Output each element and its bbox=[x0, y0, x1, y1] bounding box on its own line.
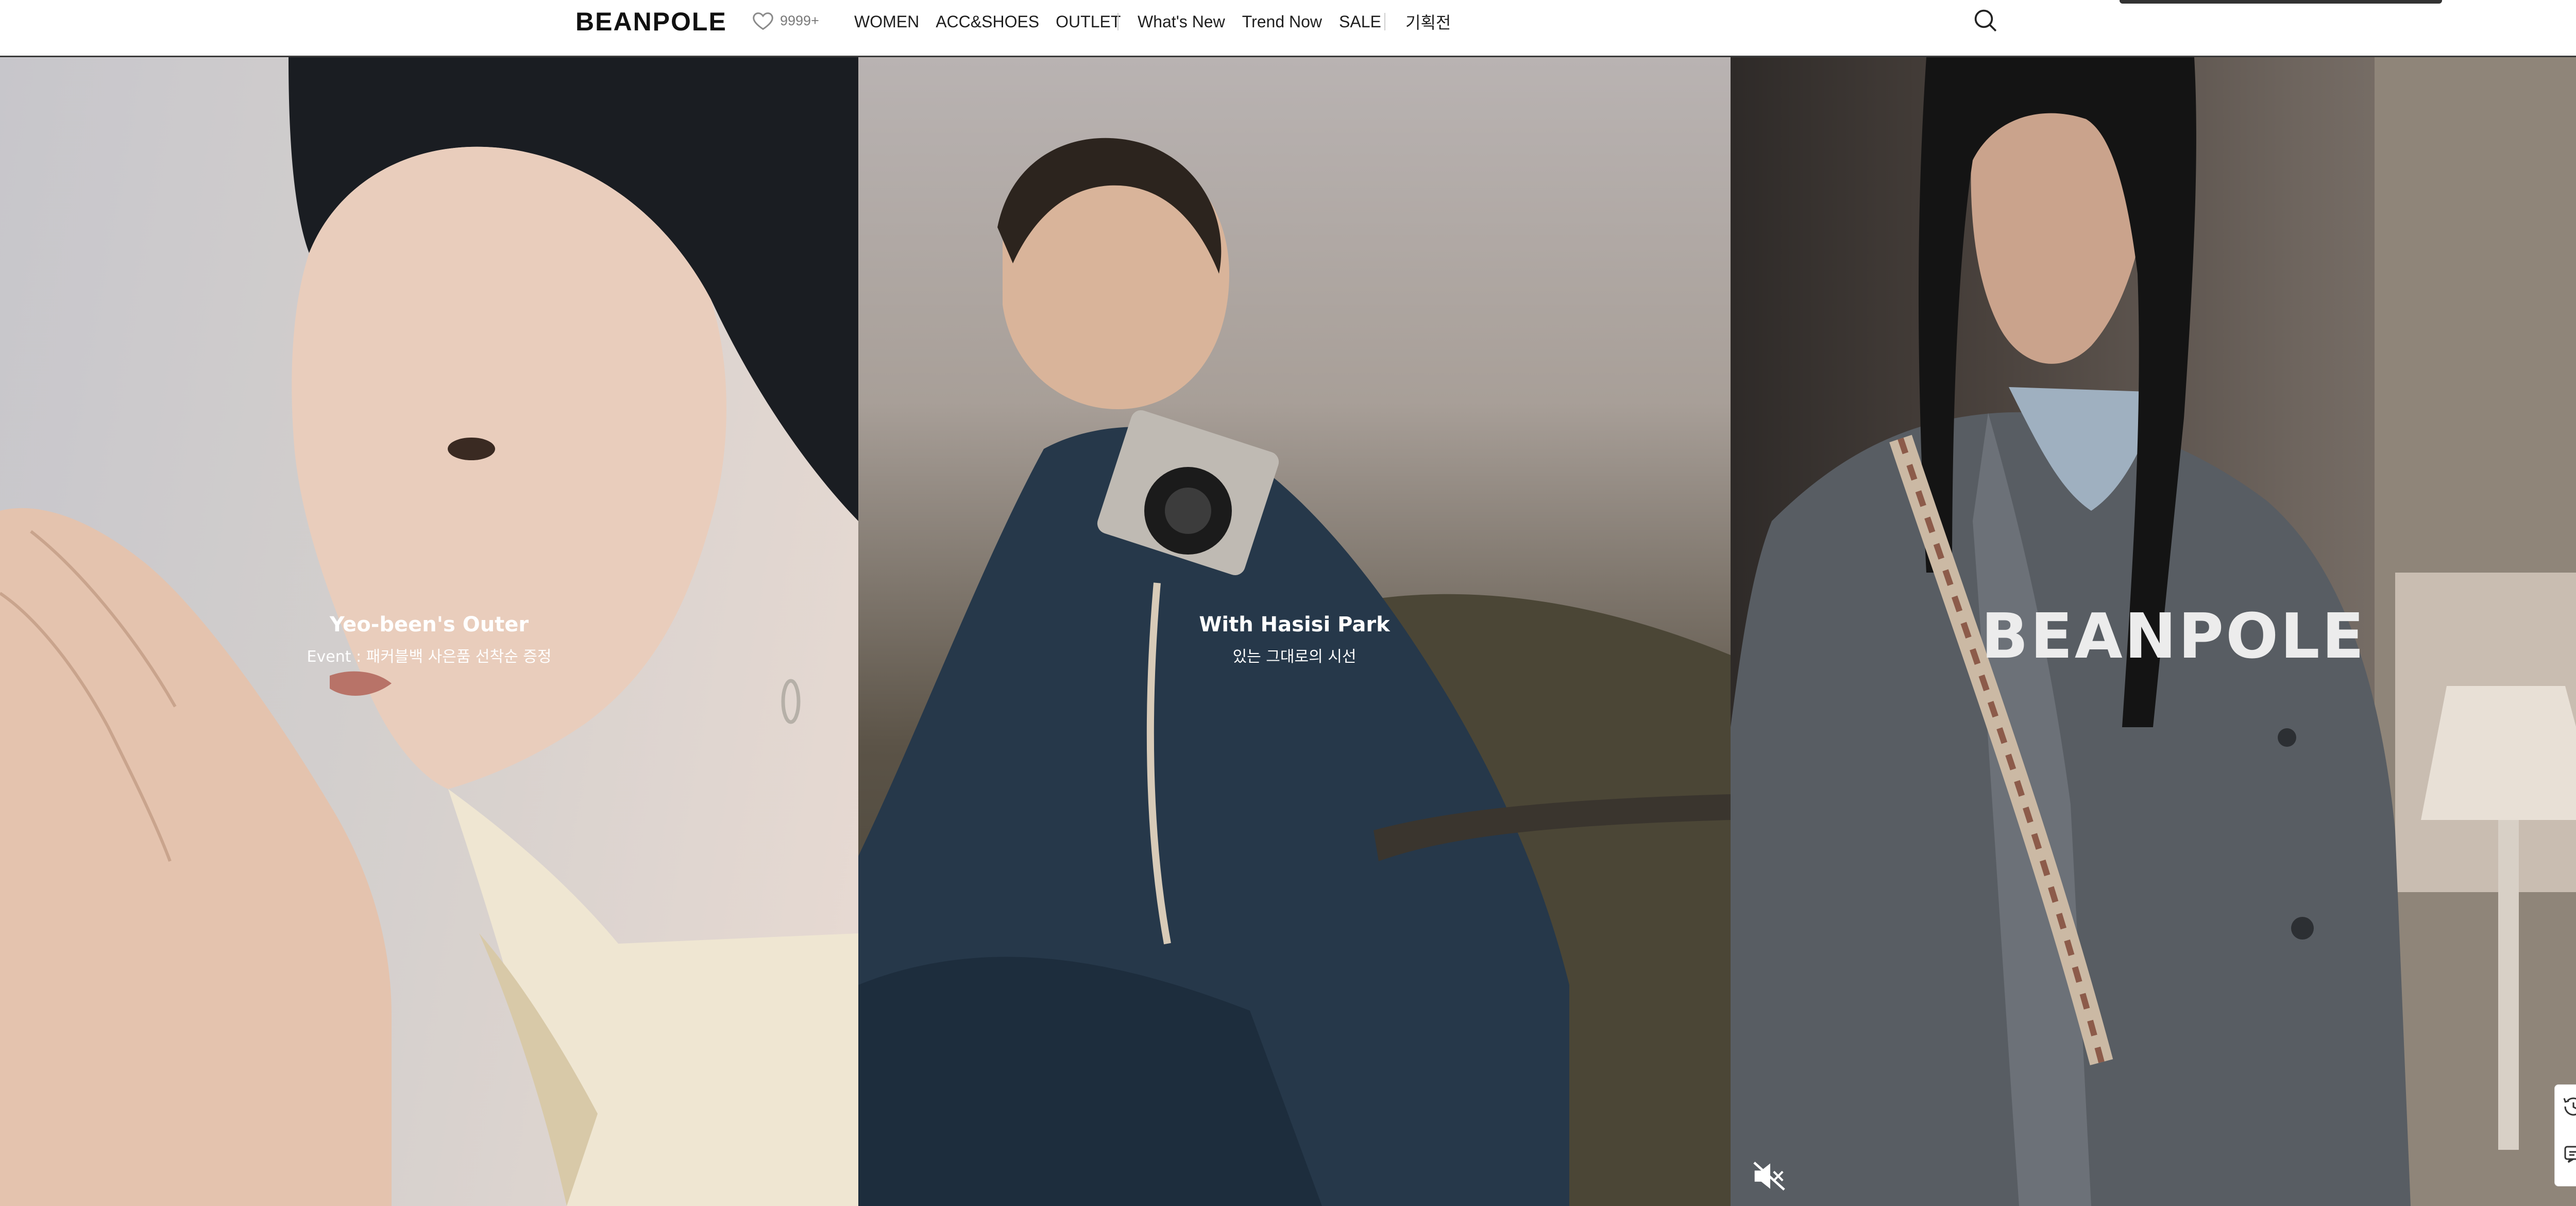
panel-subtitle: Event : 패커블백 사은품 선착순 증정 bbox=[307, 648, 552, 666]
nav-trend-now[interactable]: Trend Now bbox=[1242, 12, 1322, 31]
brand-logo[interactable]: BEANPOLE bbox=[575, 7, 727, 36]
nav-women[interactable]: WOMEN bbox=[854, 12, 919, 31]
mute-button[interactable] bbox=[1751, 1158, 1787, 1194]
primary-nav: WOMEN ACC&SHOES OUTLET bbox=[854, 0, 1137, 43]
wishlist-count: 9999+ bbox=[780, 12, 819, 28]
nav-divider bbox=[1117, 13, 1118, 30]
dropdown-edge bbox=[2120, 0, 2442, 4]
speaker-muted-icon bbox=[1753, 1162, 1785, 1191]
nav-outlet[interactable]: OUTLET bbox=[1056, 12, 1121, 31]
recent-view-button[interactable] bbox=[2561, 1094, 2576, 1119]
brand-logo-overlay: BEANPOLE bbox=[1981, 601, 2366, 673]
heart-icon bbox=[753, 12, 773, 30]
search-icon bbox=[1974, 9, 1997, 32]
promo-panel-video[interactable]: BEANPOLE bbox=[1731, 57, 2576, 1206]
search-button[interactable] bbox=[1971, 6, 2000, 35]
chat-icon bbox=[2564, 1146, 2576, 1163]
site-header: BEANPOLE 9999+ WOMEN ACC&SHOES OUTLET Wh… bbox=[0, 0, 2576, 57]
nav-divider bbox=[1384, 13, 1385, 30]
promo-panel-hasisi[interactable]: With Hasisi Park 있는 그대로의 시선 bbox=[858, 57, 1731, 1206]
history-icon bbox=[2563, 1097, 2576, 1116]
secondary-nav: What's New Trend Now SALE bbox=[1138, 0, 1398, 43]
floating-toolbar bbox=[2554, 1084, 2576, 1186]
special-nav: 기획전 bbox=[1405, 0, 1451, 43]
panel-title: With Hasisi Park bbox=[1199, 613, 1390, 636]
nav-whats-new[interactable]: What's New bbox=[1138, 12, 1225, 31]
nav-acc-shoes[interactable]: ACC&SHOES bbox=[936, 12, 1039, 31]
promo-panel-outer[interactable]: Yeo-been's Outer Event : 패커블백 사은품 선착순 증정 bbox=[0, 57, 858, 1206]
nav-sale[interactable]: SALE bbox=[1339, 12, 1381, 31]
chat-button[interactable] bbox=[2561, 1142, 2576, 1166]
nav-exhibition[interactable]: 기획전 bbox=[1405, 10, 1451, 34]
wishlist-button[interactable]: 9999+ bbox=[751, 8, 819, 33]
panel-subtitle: 있는 그대로의 시선 bbox=[1232, 648, 1357, 666]
panel-title: Yeo-been's Outer bbox=[329, 613, 529, 636]
